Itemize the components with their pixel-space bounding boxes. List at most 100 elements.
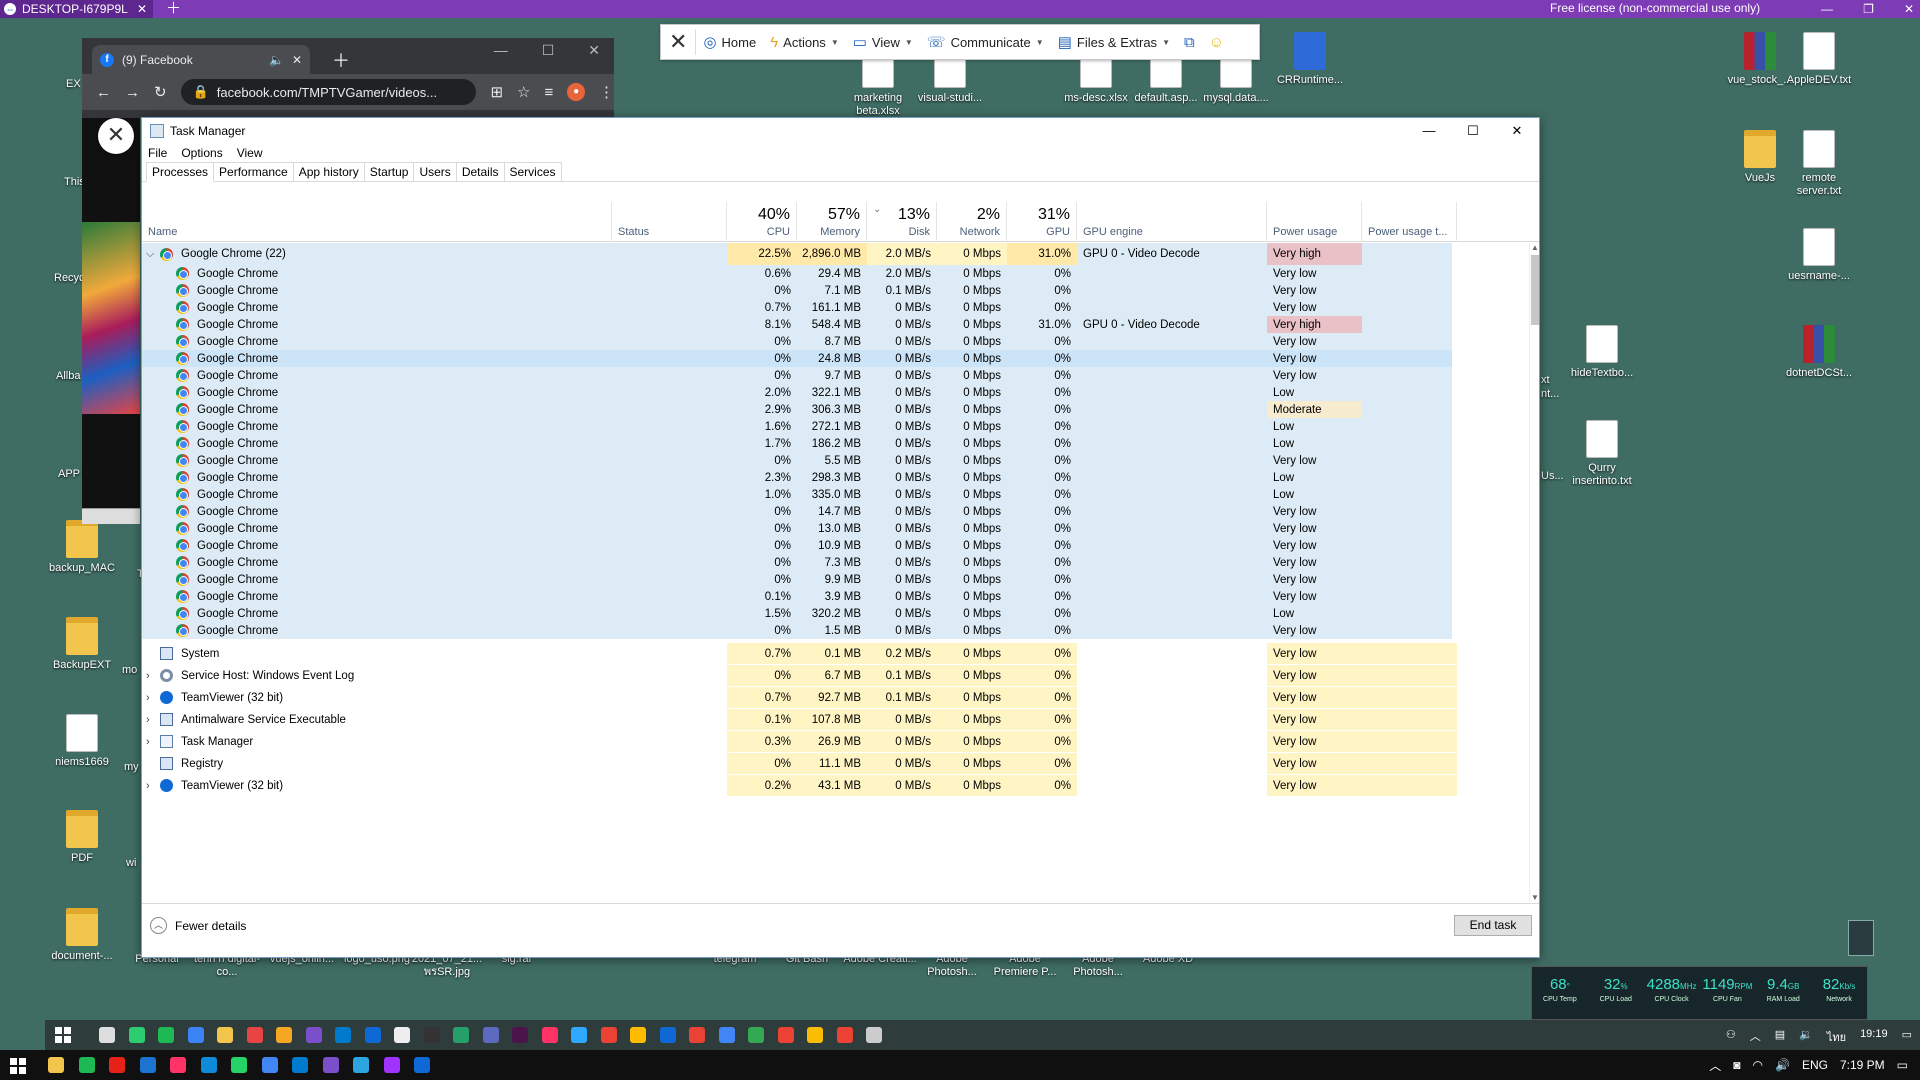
- taskbar-app-icon[interactable]: [170, 1057, 186, 1073]
- language-indicator[interactable]: ไทย: [1827, 1028, 1846, 1046]
- desktop-icon[interactable]: CRRuntime...: [1272, 32, 1348, 87]
- taskbar-app-icon[interactable]: [353, 1057, 369, 1073]
- table-row[interactable]: System 0.7% 0.1 MB 0.2 MB/s 0 Mbps 0% Very low: [142, 643, 1457, 664]
- chevron-down-icon[interactable]: ⌵: [146, 248, 160, 261]
- desktop-icon[interactable]: BackupEXT: [44, 617, 120, 672]
- table-row[interactable]: Google Chrome 0% 9.9 MB 0 MB/s 0 Mbps 0% Very …: [142, 571, 1452, 588]
- clock[interactable]: 7:19 PM: [1840, 1058, 1885, 1072]
- network-icon[interactable]: ▤: [1775, 1028, 1785, 1046]
- scroll-up-icon[interactable]: ▲: [1530, 243, 1540, 252]
- new-tab-button[interactable]: ＋: [332, 47, 350, 73]
- minimize-icon[interactable]: —: [494, 42, 508, 59]
- taskbar-app-icon[interactable]: [139, 1057, 156, 1073]
- volume-icon[interactable]: 🔊: [1775, 1058, 1790, 1072]
- taskbar-app-icon[interactable]: [836, 1027, 853, 1043]
- tab-details[interactable]: Details: [455, 162, 505, 181]
- meet-now-icon[interactable]: ◙: [1733, 1058, 1740, 1072]
- feedback-button[interactable]: ☺: [1202, 25, 1231, 59]
- translate-icon[interactable]: ⊞: [490, 83, 503, 101]
- header-status[interactable]: Status: [612, 202, 727, 242]
- tab-services[interactable]: Services: [503, 162, 562, 181]
- desktop-icon[interactable]: uesrname-...: [1781, 228, 1857, 283]
- header-gpu[interactable]: 31% GPU: [1007, 202, 1077, 242]
- table-row[interactable]: Google Chrome 1.5% 320.2 MB 0 MB/s 0 Mbps 0% L…: [142, 605, 1452, 622]
- files-extras-menu[interactable]: ▤ Files & Extras ▼: [1051, 25, 1177, 59]
- table-row[interactable]: › Service Host: Windows Event Log 0% 6.7 MB…: [142, 665, 1457, 686]
- taskbar-app-icon[interactable]: [305, 1027, 322, 1043]
- minimize-icon[interactable]: —: [1821, 0, 1833, 18]
- table-row[interactable]: Google Chrome 2.3% 298.3 MB 0 MB/s 0 Mbps 0% L…: [142, 469, 1452, 486]
- taskbar-app-icon[interactable]: [246, 1027, 263, 1043]
- people-icon[interactable]: ⚇: [1726, 1028, 1736, 1046]
- table-row[interactable]: › TeamViewer (32 bit) 0.2% 43.1 MB 0 MB/s 0 M…: [142, 775, 1457, 796]
- desktop-icon[interactable]: hideTextbo...: [1564, 325, 1640, 380]
- taskbar-app-icon[interactable]: [200, 1057, 217, 1073]
- maximize-icon[interactable]: ☐: [542, 42, 555, 59]
- view-menu[interactable]: ▭ View ▼: [846, 25, 920, 59]
- taskbar-app-icon[interactable]: [659, 1027, 676, 1043]
- taskbar-app-icon[interactable]: [748, 1027, 764, 1043]
- taskbar-app-icon[interactable]: [48, 1057, 64, 1073]
- address-bar[interactable]: 🔒 facebook.com/TMPTVGamer/videos...: [180, 79, 477, 105]
- taskbar-app-icon[interactable]: [276, 1027, 292, 1043]
- taskbar-app-icon[interactable]: [383, 1057, 400, 1073]
- taskbar-app-icon[interactable]: [335, 1027, 351, 1043]
- tab-performance[interactable]: Performance: [213, 162, 294, 181]
- minimize-icon[interactable]: —: [1407, 118, 1451, 144]
- wifi-icon[interactable]: ◠: [1753, 1058, 1763, 1072]
- table-row[interactable]: Google Chrome 0.7% 161.1 MB 0 MB/s 0 Mbps 0% V…: [142, 299, 1452, 316]
- close-icon[interactable]: ✕: [1904, 0, 1914, 18]
- table-row[interactable]: Google Chrome 1.7% 186.2 MB 0 MB/s 0 Mbps 0% L…: [142, 435, 1452, 452]
- taskbar-app-icon[interactable]: [630, 1027, 646, 1043]
- taskbar-app-icon[interactable]: [261, 1057, 278, 1073]
- table-row[interactable]: Google Chrome 0% 14.7 MB 0 MB/s 0 Mbps 0% Very…: [142, 503, 1452, 520]
- header-power-usage-trend[interactable]: Power usage t...: [1362, 202, 1457, 242]
- taskbar-app-icon[interactable]: [482, 1027, 499, 1043]
- table-row[interactable]: Registry 0% 11.1 MB 0 MB/s 0 Mbps 0% Very low: [142, 753, 1457, 774]
- star-icon[interactable]: ☆: [517, 83, 530, 101]
- table-row[interactable]: Google Chrome 8.1% 548.4 MB 0 MB/s 0 Mbps 31.…: [142, 316, 1452, 333]
- taskbar-app-icon[interactable]: [292, 1057, 308, 1073]
- taskbar-app-icon[interactable]: [187, 1027, 204, 1043]
- media-icon[interactable]: ≡: [544, 84, 553, 101]
- more-icon[interactable]: ⋮: [599, 83, 614, 101]
- gadget-handle[interactable]: [1848, 920, 1874, 956]
- table-row[interactable]: › Antimalware Service Executable 0.1% 107.8…: [142, 709, 1457, 730]
- taskbar-app-icon[interactable]: [571, 1027, 587, 1043]
- table-row[interactable]: Google Chrome 0% 7.3 MB 0 MB/s 0 Mbps 0% Very …: [142, 554, 1452, 571]
- taskbar-app-icon[interactable]: [99, 1027, 115, 1043]
- taskbar-app-icon[interactable]: [231, 1057, 247, 1073]
- restore-icon[interactable]: ❐: [1863, 0, 1874, 18]
- tab-startup[interactable]: Startup: [363, 162, 415, 181]
- table-row[interactable]: Google Chrome 0% 10.9 MB 0 MB/s 0 Mbps 0% Very…: [142, 537, 1452, 554]
- taskbar-app-icon[interactable]: [866, 1027, 882, 1043]
- table-row[interactable]: Google Chrome 0% 5.5 MB 0 MB/s 0 Mbps 0% Very …: [142, 452, 1452, 469]
- forward-icon[interactable]: →: [125, 84, 140, 101]
- taskbar-app-icon[interactable]: [217, 1027, 233, 1043]
- taskbar-app-icon[interactable]: [689, 1027, 705, 1043]
- header-name[interactable]: Name: [142, 202, 612, 242]
- close-icon[interactable]: ✕: [137, 2, 147, 16]
- taskbar-app-icon[interactable]: [78, 1057, 95, 1073]
- taskbar-app-icon[interactable]: [541, 1027, 558, 1043]
- notification-icon[interactable]: ▭: [1902, 1028, 1912, 1046]
- tab-app-history[interactable]: App history: [292, 162, 365, 181]
- actions-menu[interactable]: ϟ Actions ▼: [763, 25, 846, 59]
- speaker-icon[interactable]: 🔈: [269, 53, 284, 67]
- table-row[interactable]: Google Chrome 2.0% 322.1 MB 0 MB/s 0 Mbps 0% L…: [142, 384, 1452, 401]
- desktop-icon[interactable]: Qurry insertinto.txt: [1564, 420, 1640, 488]
- menu-view[interactable]: View: [237, 146, 263, 160]
- scrollbar-thumb[interactable]: [1531, 255, 1539, 325]
- close-overlay-button[interactable]: ✕: [98, 118, 134, 154]
- process-group-row[interactable]: ⌵ Google Chrome (22) 22.5% 2,896.0 MB 2.0 MB…: [142, 243, 1452, 265]
- desktop-icon[interactable]: PDF: [44, 810, 120, 865]
- table-row[interactable]: Google Chrome 0% 9.7 MB 0 MB/s 0 Mbps 0% Very …: [142, 367, 1452, 384]
- table-row[interactable]: Google Chrome 0% 7.1 MB 0.1 MB/s 0 Mbps 0% Ver…: [142, 282, 1452, 299]
- chevron-right-icon[interactable]: ›: [146, 670, 160, 682]
- table-row[interactable]: Google Chrome 0% 8.7 MB 0 MB/s 0 Mbps 0% Very …: [142, 333, 1452, 350]
- taskbar-app-icon[interactable]: [322, 1057, 339, 1073]
- taskbar-app-icon[interactable]: [600, 1027, 617, 1043]
- close-icon[interactable]: ✕: [1495, 118, 1539, 144]
- chevron-right-icon[interactable]: ›: [146, 692, 160, 704]
- language-indicator[interactable]: ENG: [1802, 1058, 1828, 1072]
